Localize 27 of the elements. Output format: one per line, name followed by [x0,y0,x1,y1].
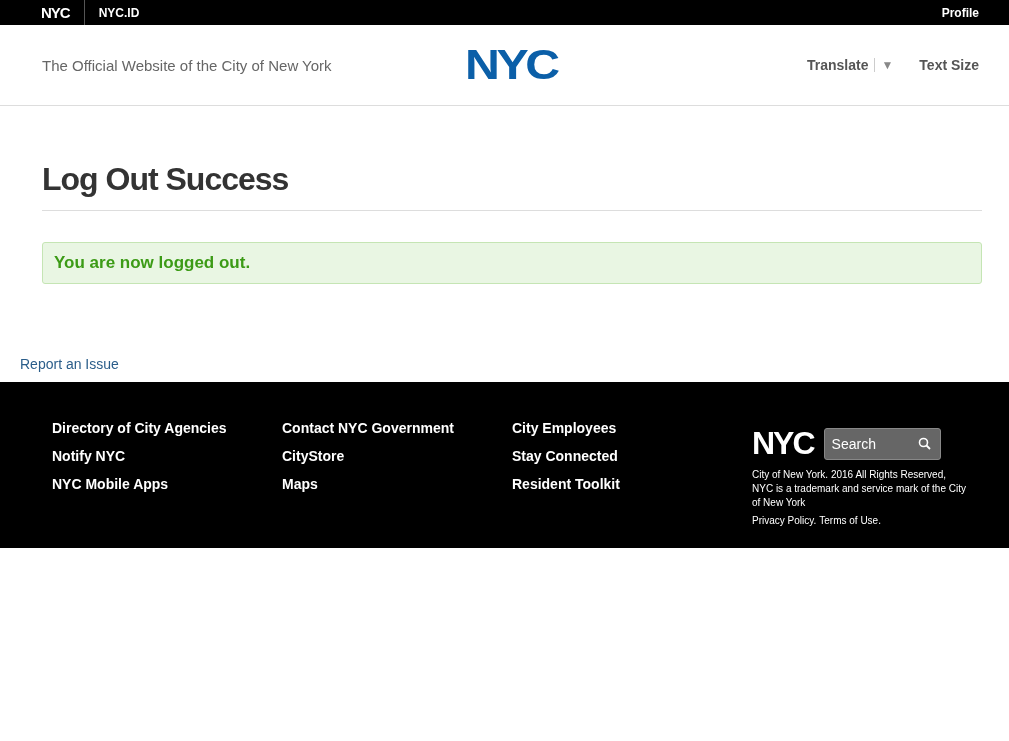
site-tagline: The Official Website of the City of New York [42,56,333,74]
footer-legal-link[interactable]: Terms of Use. [819,515,881,526]
footer-link[interactable]: Contact NYC Government [282,420,512,436]
footer-link[interactable]: NYC Mobile Apps [52,476,282,492]
footer-legal-link[interactable]: Privacy Policy. [752,515,817,526]
trademark-text: NYC is a trademark and service mark of the City of New York [752,482,967,510]
text-size-button[interactable]: Text Size [919,57,979,73]
success-alert: You are now logged out. [42,242,982,284]
copyright-text: City of New York. 2016 All Rights Reserved, [752,468,947,482]
footer-link[interactable]: Maps [282,476,512,492]
footer-link[interactable]: Directory of City Agencies [52,420,282,436]
nyc-logo[interactable]: NYC [464,41,557,89]
footer-link[interactable]: CityStore [282,448,512,464]
nyc-id-link[interactable]: NYC.ID [98,5,140,20]
footer-link[interactable]: Resident Toolkit [512,476,742,492]
nyc-logo[interactable]: NYC [41,0,85,25]
footer-link[interactable]: Notify NYC [52,448,282,464]
footer-link[interactable]: Stay Connected [512,448,742,464]
profile-link[interactable]: Profile [941,5,979,20]
nyc-logo[interactable]: NYC [752,425,814,462]
report-issue-link[interactable]: Report an Issue [20,356,119,372]
footer-link[interactable]: City Employees [512,420,742,436]
translate-dropdown[interactable]: ▼ [874,58,894,72]
search-icon[interactable] [917,436,931,450]
page-title: Log Out Success [42,161,982,211]
translate-button[interactable]: Translate [806,57,869,73]
search-field[interactable]: Search [823,427,941,460]
